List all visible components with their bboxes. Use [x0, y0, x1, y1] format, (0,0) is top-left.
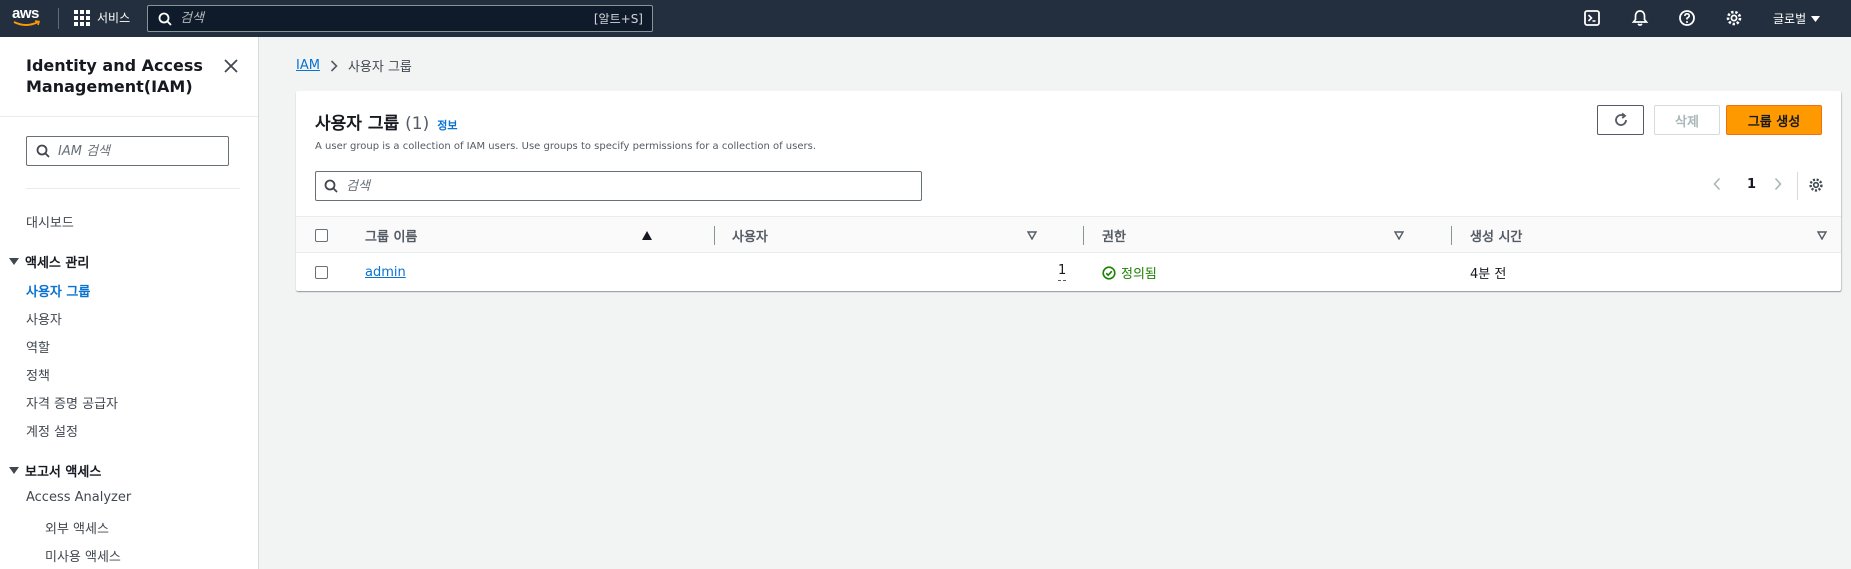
nav-separator: [58, 8, 59, 29]
created-cell: 4분 전: [1470, 267, 1507, 282]
user-count[interactable]: 1: [1058, 264, 1067, 281]
breadcrumb-iam-link[interactable]: IAM: [296, 58, 320, 73]
page-title: 사용자 그룹 (1) 정보: [315, 109, 457, 134]
grid-icon: [74, 9, 90, 26]
column-header-label: 사용자: [732, 230, 768, 245]
sidebar-item-access-analyzer[interactable]: Access Analyzer: [26, 490, 131, 505]
sidebar-section-label: 보고서 액세스: [25, 465, 102, 480]
close-icon[interactable]: [222, 57, 240, 75]
caret-down-icon: [9, 467, 19, 474]
sidebar-section-access-management[interactable]: 액세스 관리: [9, 252, 89, 271]
chevron-right-icon: [330, 59, 338, 72]
sidebar-item-dashboard[interactable]: 대시보드: [26, 212, 74, 231]
create-group-button[interactable]: 그룹 생성: [1726, 105, 1822, 135]
services-label: 서비스: [97, 11, 131, 25]
select-all-checkbox[interactable]: [315, 229, 328, 242]
bell-icon[interactable]: [1631, 9, 1649, 27]
chevron-left-icon[interactable]: [1712, 177, 1722, 191]
search-icon: [158, 12, 172, 26]
permissions-cell: 정의됨: [1102, 254, 1157, 291]
table-preferences-gear-icon[interactable]: [1808, 177, 1824, 193]
breadcrumb-current: 사용자 그룹: [347, 60, 412, 75]
column-header-label: 권한: [1102, 230, 1126, 245]
region-selector[interactable]: 글로벌: [1773, 10, 1821, 27]
status-badge: 정의됨: [1102, 263, 1157, 282]
column-divider: [1083, 226, 1084, 245]
check-circle-icon: [1102, 265, 1116, 280]
sidebar-item-policies[interactable]: 정책: [26, 365, 50, 384]
group-search-input[interactable]: [346, 178, 921, 194]
column-header-label: 그룹 이름: [365, 230, 418, 245]
sidebar-item-roles[interactable]: 역할: [26, 337, 50, 356]
table-row: admin 1 정의됨 4분 전: [296, 254, 1841, 291]
group-name-cell: admin: [365, 254, 406, 291]
services-menu-button[interactable]: 서비스: [74, 9, 130, 26]
pager-separator: [1797, 172, 1798, 200]
search-icon: [36, 144, 50, 158]
column-header-label: 생성 시간: [1470, 230, 1523, 245]
sort-down-icon: [1027, 231, 1037, 240]
chevron-right-icon[interactable]: [1773, 177, 1783, 191]
top-navigation: aws 서비스 [알트+S] 글로벌: [0, 0, 1851, 37]
sidebar-section-access-reports[interactable]: 보고서 액세스: [9, 461, 101, 480]
global-search-input[interactable]: [180, 11, 594, 26]
breadcrumb: IAM 사용자 그룹: [296, 56, 412, 75]
sidebar-search-box[interactable]: [26, 136, 229, 166]
help-icon[interactable]: [1678, 9, 1696, 27]
refresh-icon: [1614, 112, 1627, 126]
search-icon: [324, 179, 338, 193]
sidebar-item-account-settings[interactable]: 계정 설정: [26, 421, 78, 440]
panel-title-text: 사용자 그룹: [315, 114, 400, 134]
sidebar-search-input[interactable]: [58, 143, 218, 159]
panel-description: A user group is a collection of IAM user…: [315, 141, 817, 152]
sidebar-item-unused-access[interactable]: 미사용 액세스: [45, 546, 121, 565]
caret-down-icon: [1811, 15, 1821, 22]
sidebar-divider: [26, 188, 240, 189]
refresh-button[interactable]: [1597, 105, 1644, 135]
column-header-group-name[interactable]: 그룹 이름: [365, 217, 655, 254]
global-search-box[interactable]: [알트+S]: [147, 5, 653, 32]
sidebar-item-user-groups[interactable]: 사용자 그룹: [26, 281, 90, 300]
users-cell: 1: [1058, 254, 1067, 291]
sidebar-divider: [0, 116, 258, 117]
row-checkbox[interactable]: [315, 266, 328, 279]
cloudshell-icon[interactable]: [1583, 9, 1601, 27]
region-label: 글로벌: [1773, 12, 1807, 26]
current-page-number[interactable]: 1: [1747, 177, 1756, 192]
sort-ascending-icon: [642, 231, 652, 240]
sidebar-section-label: 액세스 관리: [25, 256, 90, 271]
sidebar-item-external-access[interactable]: 외부 액세스: [45, 518, 109, 537]
sort-down-icon: [1817, 231, 1827, 240]
delete-button[interactable]: 삭제: [1654, 105, 1720, 135]
aws-logo[interactable]: aws: [12, 6, 44, 30]
group-name-link[interactable]: admin: [365, 265, 406, 280]
settings-icon[interactable]: [1725, 9, 1743, 27]
info-link[interactable]: 정보: [437, 117, 457, 133]
column-header-users[interactable]: 사용자: [732, 217, 1037, 254]
sidebar-item-users[interactable]: 사용자: [26, 309, 62, 328]
column-divider: [714, 226, 715, 245]
permissions-status-label: 정의됨: [1121, 267, 1157, 282]
aws-logo-text: aws: [12, 5, 39, 22]
sidebar: Identity and Access Management(IAM) 대시보드…: [0, 37, 259, 569]
sidebar-item-identity-providers[interactable]: 자격 증명 공급자: [26, 393, 118, 412]
caret-down-icon: [9, 258, 19, 265]
user-groups-panel: 사용자 그룹 (1) 정보 A user group is a collecti…: [296, 91, 1841, 291]
column-divider: [1451, 226, 1452, 245]
column-header-permissions[interactable]: 권한: [1102, 217, 1404, 254]
sidebar-title: Identity and Access Management(IAM): [26, 56, 203, 96]
sort-down-icon: [1394, 231, 1404, 240]
group-count: (1): [405, 114, 430, 134]
search-shortcut-hint: [알트+S]: [593, 12, 643, 26]
group-search-box[interactable]: [315, 171, 922, 201]
table-header: 그룹 이름 사용자 권한 생성 시간: [296, 216, 1841, 253]
column-header-created[interactable]: 생성 시간: [1470, 217, 1835, 254]
